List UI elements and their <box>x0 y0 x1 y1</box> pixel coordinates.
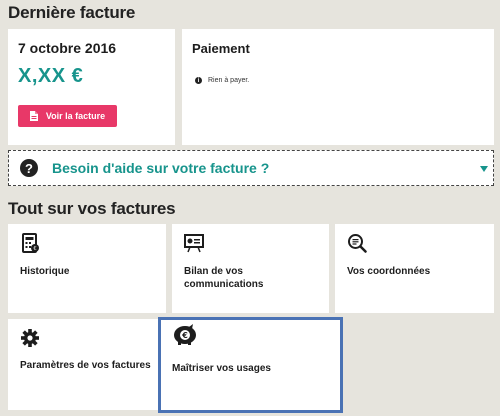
tile-contact-details-label: Vos coordonnées <box>347 266 431 277</box>
invoice-help-label: Besoin d'aide sur votre facture ? <box>52 160 270 176</box>
presentation-icon <box>184 234 204 253</box>
svg-text:€: € <box>181 331 188 340</box>
tile-invoice-settings-label: Paramètres de vos factures <box>20 360 151 371</box>
tile-communications-summary[interactable]: Bilan de vos communications <box>172 224 329 313</box>
last-invoice-heading: Dernière facture <box>8 3 136 22</box>
payment-status: i Rien à payer. <box>195 77 249 84</box>
tile-manage-usage[interactable]: € Maîtriser vos usages <box>158 317 343 413</box>
svg-text:€: € <box>33 246 36 252</box>
invoice-help-toggle[interactable]: ? Besoin d'aide sur votre facture ? <box>8 150 494 186</box>
tile-invoice-settings[interactable]: Paramètres de vos factures <box>8 319 166 410</box>
payment-status-text: Rien à payer. <box>208 77 250 84</box>
tile-communications-label: Bilan de vos communications <box>184 266 264 290</box>
payment-card: Paiement i Rien à payer. <box>182 29 494 145</box>
tile-history-label: Historique <box>20 266 70 277</box>
payment-title: Paiement <box>192 41 250 56</box>
view-invoice-label: Voir la facture <box>45 111 106 121</box>
chevron-down-icon <box>480 166 488 172</box>
info-icon: i <box>195 77 202 84</box>
document-icon <box>29 111 38 121</box>
last-invoice-card: 7 octobre 2016 X,XX € Voir la facture <box>8 29 175 145</box>
magnifier-icon <box>348 234 367 253</box>
invoice-amount: X,XX € <box>18 65 84 87</box>
calculator-icon: € <box>22 233 39 253</box>
tile-history[interactable]: € Historique <box>8 224 166 313</box>
invoice-date: 7 octobre 2016 <box>18 40 117 56</box>
tile-contact-details[interactable]: Vos coordonnées <box>335 224 494 313</box>
piggy-bank-icon: € <box>174 324 196 345</box>
view-invoice-button[interactable]: Voir la facture <box>18 105 117 127</box>
question-icon: ? <box>20 159 38 177</box>
all-invoices-heading: Tout sur vos factures <box>8 199 176 218</box>
gear-icon <box>21 329 39 347</box>
tile-manage-usage-label: Maîtriser vos usages <box>172 363 271 374</box>
